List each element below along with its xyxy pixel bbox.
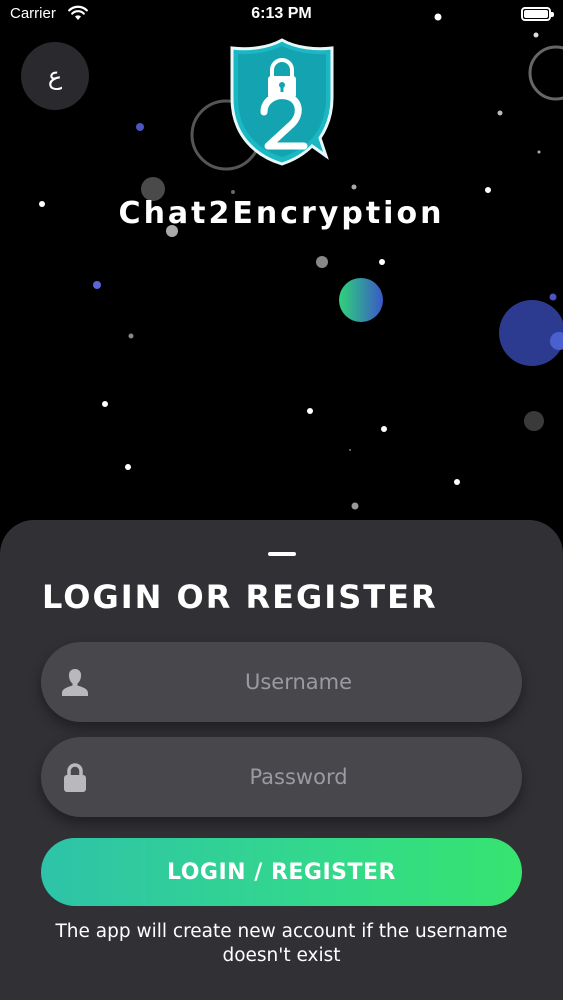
username-field[interactable] [41,642,522,722]
sheet-grabber[interactable] [268,552,296,556]
login-sheet: LOGIN OR REGISTER LOGIN / REGISTER The a… [0,520,563,1000]
shield-lock-logo-icon [230,38,334,166]
login-register-button[interactable]: LOGIN / REGISTER [41,838,522,906]
account-creation-note: The app will create new account if the u… [55,921,508,966]
language-toggle-button[interactable]: ع [21,42,89,110]
sheet-title: LOGIN OR REGISTER [42,578,438,616]
app-title: Chat2Encryption [118,196,445,231]
lock-icon [64,763,86,792]
password-input[interactable] [101,737,496,817]
user-icon [62,669,88,696]
username-input[interactable] [101,642,496,722]
password-field[interactable] [41,737,522,817]
